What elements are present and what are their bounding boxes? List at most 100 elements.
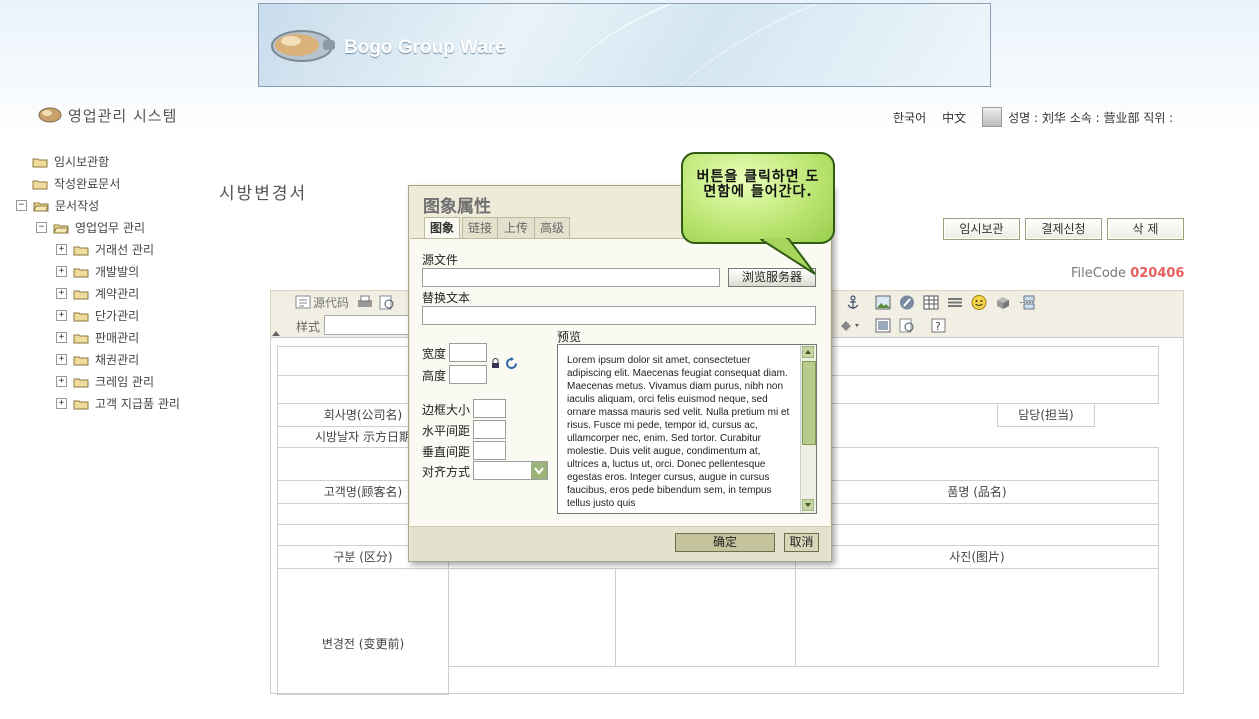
bg-color-icon[interactable] — [839, 318, 861, 333]
vspace-input[interactable] — [473, 441, 506, 460]
expand-icon[interactable]: + — [56, 376, 67, 387]
before-label-cell: 변경전 (变更前) — [277, 568, 449, 695]
expand-icon[interactable]: + — [56, 288, 67, 299]
sidebar-item-contracts[interactable]: + 계약관리 — [56, 285, 139, 302]
style-select[interactable] — [324, 315, 412, 335]
company-label: 회사명(公司名) — [323, 408, 403, 422]
show-blocks-icon[interactable] — [899, 318, 915, 333]
dialog-title[interactable]: 图象属性 — [423, 192, 491, 217]
lang-chinese-link[interactable]: 中文 — [942, 109, 966, 126]
instruction-callout: 버튼을 클릭하면 도면함에 들어간다. — [681, 152, 835, 244]
height-input[interactable] — [449, 365, 487, 384]
folder-icon — [32, 180, 48, 189]
vspace-label: 垂直间距 — [422, 445, 471, 459]
collapse-icon[interactable]: − — [36, 222, 47, 233]
flash-icon[interactable] — [899, 295, 915, 310]
help-icon[interactable]: ? — [931, 318, 946, 333]
expand-icon[interactable]: + — [56, 244, 67, 255]
alt-text-label: 替换文本 — [422, 291, 471, 305]
reset-size-icon[interactable] — [505, 357, 518, 370]
alt-text-input[interactable] — [422, 306, 816, 325]
preview-icon[interactable] — [379, 295, 395, 310]
lock-ratio-icon[interactable] — [491, 358, 500, 369]
scroll-thumb[interactable] — [802, 361, 816, 445]
sidebar-item-client-management[interactable]: + 거래선 관리 — [56, 241, 154, 258]
banner-title: Bogo Group Ware — [344, 37, 506, 58]
expand-icon[interactable]: + — [56, 354, 67, 365]
ok-button[interactable]: 确定 — [675, 533, 775, 552]
align-select[interactable] — [473, 461, 548, 480]
folder-icon — [73, 378, 89, 387]
approval-request-button[interactable]: 결제신청 — [1025, 218, 1102, 240]
width-input[interactable] — [449, 343, 487, 362]
avatar — [982, 107, 1003, 127]
system-title: 영업관리 시스템 — [68, 107, 178, 125]
sidebar-item-temp-storage[interactable]: 임시보관함 — [32, 153, 109, 170]
date-label: 시방날자 示方日期 — [315, 430, 411, 444]
sidebar-item-receivables[interactable]: + 채권관리 — [56, 351, 139, 368]
svg-text:?: ? — [935, 320, 941, 333]
page-break-icon[interactable] — [1019, 295, 1035, 310]
sidebar-item-customer-supplies[interactable]: + 고객 지급품 관리 — [56, 395, 180, 412]
sidebar-item-pricing[interactable]: + 단가관리 — [56, 307, 139, 324]
tab-image[interactable]: 图象 — [424, 217, 460, 239]
sidebar-item-label: 개발발의 — [95, 265, 140, 279]
sidebar-item-completed-docs[interactable]: 작성완료문서 — [32, 175, 120, 192]
style-label: 样式 — [296, 320, 321, 334]
folder-icon — [73, 334, 89, 343]
source-file-input[interactable] — [422, 268, 720, 287]
lang-korean-link[interactable]: 한국어 — [893, 109, 926, 126]
collapse-icon[interactable]: − — [16, 200, 27, 211]
border-input[interactable] — [473, 399, 506, 418]
preview-scrollbar[interactable] — [800, 345, 816, 513]
tab-advanced[interactable]: 高级 — [534, 217, 570, 238]
temp-save-button[interactable]: 임시보관 — [943, 218, 1020, 240]
source-code-icon[interactable] — [295, 295, 311, 309]
hspace-input[interactable] — [473, 420, 506, 439]
sidebar-item-label: 크레임 관리 — [95, 375, 155, 389]
file-code: FileCode 020406 — [1071, 266, 1184, 281]
maximize-icon[interactable] — [875, 318, 891, 333]
sidebar-item-label: 문서작성 — [55, 199, 100, 213]
expand-icon[interactable]: + — [56, 266, 67, 277]
print-icon[interactable] — [357, 295, 373, 310]
border-label: 边框大小 — [422, 403, 471, 417]
sidebar-item-document-write[interactable]: − 문서작성 — [16, 197, 99, 214]
category-label: 구분 (区分) — [333, 550, 393, 564]
scroll-down-icon[interactable] — [802, 499, 814, 511]
collapse-toolbar-icon[interactable] — [271, 329, 281, 337]
before-label: 변경전 (变更前) — [321, 637, 405, 651]
sidebar-item-label: 판매관리 — [95, 331, 140, 345]
sidebar-item-sales-management[interactable]: − 영업업무 관리 — [36, 219, 145, 236]
sidebar-item-sales[interactable]: + 판매관리 — [56, 329, 139, 346]
width-label: 宽度 — [422, 347, 447, 361]
image-icon[interactable] — [875, 295, 891, 310]
sidebar-item-development[interactable]: + 개발발의 — [56, 263, 139, 280]
photo-label-cell: 사진(图片) — [795, 545, 1159, 569]
table-cell — [795, 568, 1159, 667]
folder-icon — [73, 290, 89, 299]
expand-icon[interactable]: + — [56, 310, 67, 321]
tab-upload[interactable]: 上传 — [497, 217, 535, 238]
align-label: 对齐方式 — [422, 465, 471, 479]
product-label: 품명 (品名) — [947, 485, 1007, 499]
tab-link[interactable]: 链接 — [462, 217, 498, 238]
goggles-logo-icon — [271, 30, 335, 62]
scroll-up-icon[interactable] — [802, 346, 814, 358]
sidebar-item-label: 계약관리 — [95, 287, 140, 301]
table-icon[interactable] — [923, 295, 939, 310]
cancel-button[interactable]: 取消 — [784, 533, 819, 552]
special-char-icon[interactable] — [995, 295, 1011, 310]
source-code-button[interactable]: 源代码 — [313, 294, 349, 311]
expand-icon[interactable]: + — [56, 332, 67, 343]
delete-button[interactable]: 삭 제 — [1107, 218, 1184, 240]
expand-icon[interactable]: + — [56, 398, 67, 409]
folder-icon — [32, 158, 48, 167]
sidebar-item-claims[interactable]: + 크레임 관리 — [56, 373, 154, 390]
sidebar-item-label: 채권관리 — [95, 353, 140, 367]
horizontal-rule-icon[interactable] — [947, 295, 963, 310]
smiley-icon[interactable] — [971, 295, 987, 310]
callout-text: 버튼을 클릭하면 도면함에 들어간다. — [696, 169, 820, 200]
customer-label: 고객명(顾客名) — [323, 485, 403, 499]
anchor-icon[interactable] — [846, 295, 860, 310]
